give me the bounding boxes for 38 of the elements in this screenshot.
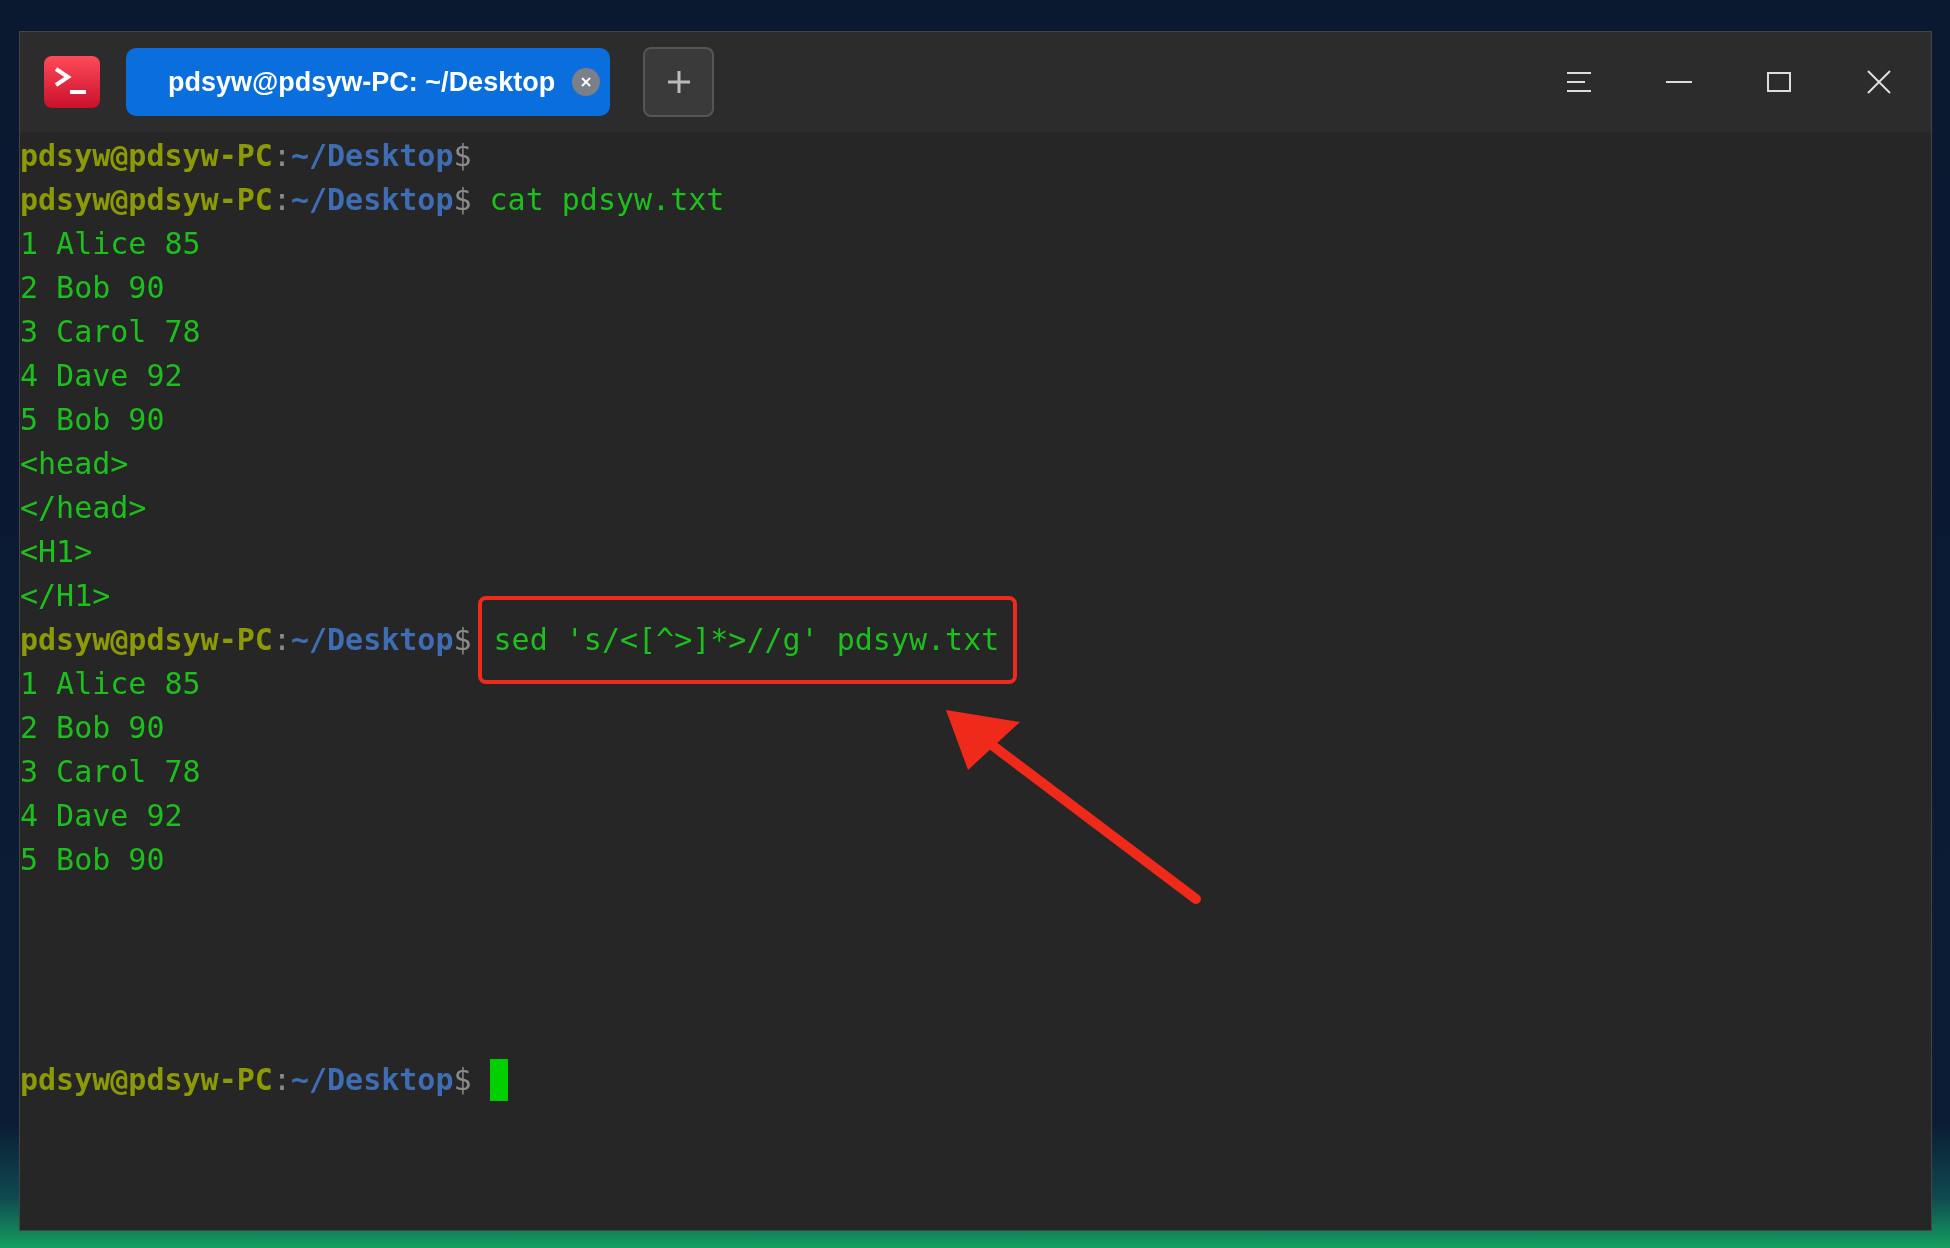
prompt-path: ~/Desktop — [290, 181, 454, 219]
output-line: 1 Alice 85 — [20, 665, 201, 703]
prompt-user: pdsyw@pdsyw-PC — [20, 1061, 273, 1099]
output-line: 4 Dave 92 — [20, 357, 183, 395]
output-line: 2 Bob 90 — [20, 269, 165, 307]
prompt-path: ~/Desktop — [290, 621, 454, 659]
prompt-symbol: $ — [453, 621, 472, 659]
highlighted-command: sed 's/<[^>]*>//g' pdsyw.txt — [477, 596, 1018, 684]
command-text: cat pdsyw.txt — [489, 181, 725, 219]
close-tab-icon[interactable] — [572, 68, 600, 96]
output-line: <H1> — [20, 533, 93, 571]
prompt-path: ~/Desktop — [290, 1061, 454, 1099]
prompt-separator: : — [272, 1061, 291, 1099]
prompt-symbol: $ — [453, 137, 472, 175]
output-line: <head> — [20, 445, 129, 483]
output-line: 1 Alice 85 — [20, 225, 201, 263]
output-line: 5 Bob 90 — [20, 401, 165, 439]
close-icon[interactable] — [1865, 68, 1893, 96]
prompt-separator: : — [272, 181, 291, 219]
prompt-separator: : — [272, 137, 291, 175]
output-line: </H1> — [20, 577, 111, 615]
plus-icon — [665, 69, 692, 95]
prompt-symbol: $ — [453, 1061, 472, 1099]
terminal-app-icon[interactable] — [44, 56, 100, 108]
prompt-separator: : — [272, 621, 291, 659]
output-line: 3 Carol 78 — [20, 313, 201, 351]
prompt-user: pdsyw@pdsyw-PC — [20, 621, 273, 659]
output-line: 5 Bob 90 — [20, 841, 165, 879]
output-line: 2 Bob 90 — [20, 709, 165, 747]
prompt-symbol: $ — [453, 181, 472, 219]
terminal-tab[interactable]: pdsyw@pdsyw-PC: ~/Desktop — [126, 48, 610, 116]
new-tab-button[interactable] — [643, 47, 714, 117]
prompt-path: ~/Desktop — [290, 137, 454, 175]
output-line: 4 Dave 92 — [20, 797, 183, 835]
prompt-user: pdsyw@pdsyw-PC — [20, 181, 273, 219]
prompt-user: pdsyw@pdsyw-PC — [20, 137, 273, 175]
output-line: 3 Carol 78 — [20, 753, 201, 791]
output-line: </head> — [20, 489, 147, 527]
